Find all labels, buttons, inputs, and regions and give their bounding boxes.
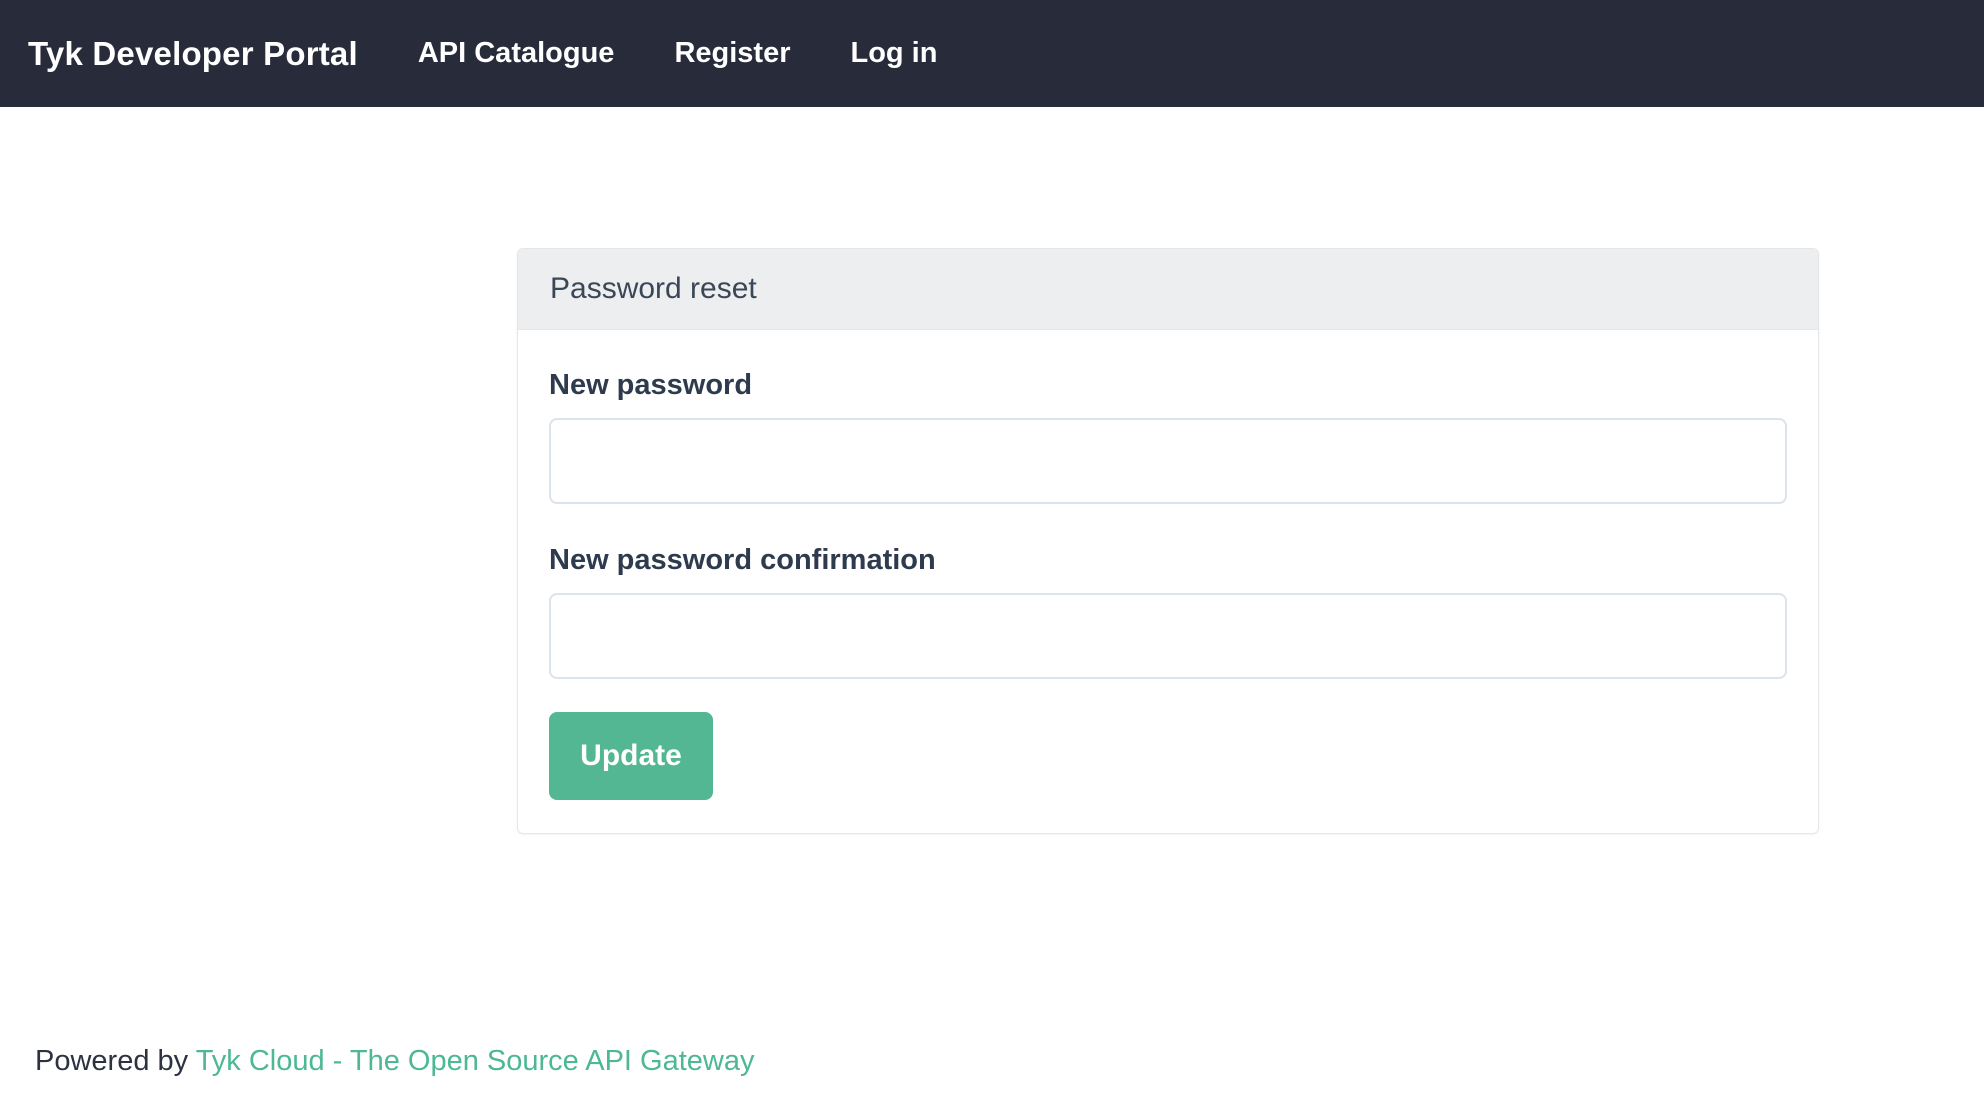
- new-password-confirmation-label: New password confirmation: [549, 544, 936, 576]
- new-password-confirmation-group: New password confirmation: [549, 545, 1787, 679]
- card-title: Password reset: [518, 249, 1818, 330]
- new-password-group: New password: [549, 370, 1787, 504]
- navbar-links: API Catalogue Register Log in: [388, 37, 968, 70]
- nav-link-log-in[interactable]: Log in: [820, 37, 967, 70]
- new-password-confirmation-input[interactable]: [549, 593, 1787, 679]
- new-password-input[interactable]: [549, 418, 1787, 504]
- footer: Powered by Tyk Cloud - The Open Source A…: [35, 1044, 1984, 1078]
- navbar-brand[interactable]: Tyk Developer Portal: [28, 35, 358, 73]
- password-reset-form: New password New password confirmation U…: [518, 330, 1818, 833]
- nav-link-register[interactable]: Register: [644, 37, 820, 70]
- top-navbar: Tyk Developer Portal API Catalogue Regis…: [0, 0, 1984, 107]
- footer-tyk-cloud-link[interactable]: Tyk Cloud - The Open Source API Gateway: [196, 1045, 755, 1077]
- password-reset-card: Password reset New password New password…: [517, 248, 1819, 834]
- update-button[interactable]: Update: [549, 712, 713, 800]
- new-password-label: New password: [549, 369, 753, 401]
- nav-link-api-catalogue[interactable]: API Catalogue: [388, 37, 645, 70]
- footer-powered-by-text: Powered by: [35, 1045, 196, 1077]
